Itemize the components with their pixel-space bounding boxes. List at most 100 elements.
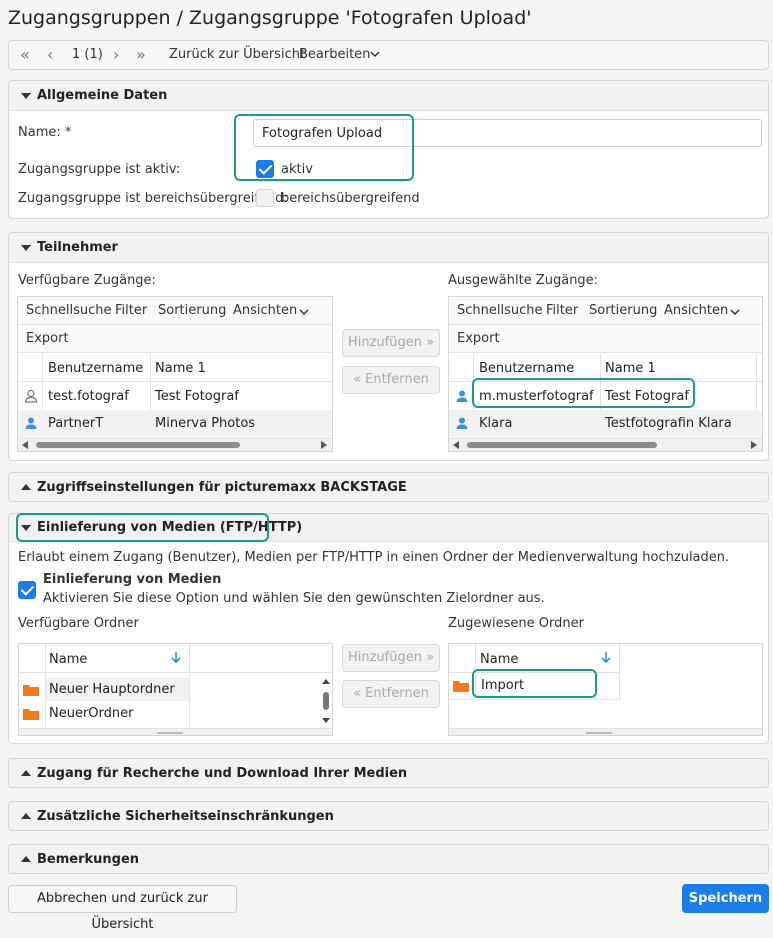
record-navigation-toolbar: « ‹ 1 (1) › » Zurück zur Übersicht Bearb… [8,40,769,70]
expand-caret-icon [21,770,31,776]
media-delivery-panel: Einlieferung von Medien (FTP/HTTP) Erlau… [8,513,769,744]
sort-arrow-down-icon[interactable] [171,651,181,664]
filter-button[interactable]: Filter [546,303,578,318]
general-data-panel: Allgemeine Daten Name: * Zugangsgruppe i… [8,80,769,219]
name-input[interactable] [253,119,762,147]
list-item[interactable]: NeuerOrdner [49,706,134,721]
general-data-header[interactable]: Allgemeine Daten [9,81,768,111]
views-button[interactable]: Ansichten [233,303,297,318]
list-item[interactable]: Neuer Hauptordner [49,682,175,697]
grid-toolbar-export: Export [449,325,762,353]
horizontal-scrollbar[interactable] [449,438,762,451]
list-item[interactable]: Import [481,678,524,693]
panel-title: Allgemeine Daten [37,88,168,103]
table-row-username[interactable]: PartnerT [48,416,103,431]
panel-title: Bemerkungen [37,852,140,867]
grid-toolbar-export: Export [18,325,332,353]
folder-icon [23,708,39,720]
sort-button[interactable]: Sortierung [158,303,226,318]
media-delivery-option-hint: Aktivieren Sie diese Option und wählen S… [43,591,545,606]
available-folders-grid: Name Neuer Hauptordner NeuerOrdner [18,643,333,736]
grid-column-header: Benutzername Name 1 [18,354,332,382]
scroll-left-icon[interactable] [453,441,460,449]
media-delivery-description: Erlaubt einem Zugang (Benutzer), Medien … [18,550,730,565]
table-row-username[interactable]: Klara [479,416,512,431]
back-to-overview-link[interactable]: Zurück zur Übersicht [169,47,305,62]
previous-page-icon[interactable]: ‹ [47,45,53,64]
chevron-down-icon[interactable] [729,306,741,318]
collapse-caret-icon [21,245,31,251]
media-delivery-header[interactable]: Einlieferung von Medien (FTP/HTTP) [9,514,768,542]
column-name[interactable]: Name [480,652,518,667]
column-username[interactable]: Benutzername [479,361,574,376]
available-folders-label: Verfügbare Ordner [18,616,139,631]
horizontal-scrollbar[interactable] [18,438,332,451]
export-button[interactable]: Export [26,331,69,346]
user-blue-icon [24,416,38,430]
active-checkbox-label: aktiv [281,162,313,177]
sort-button[interactable]: Sortierung [589,303,657,318]
scroll-right-icon[interactable] [750,441,757,449]
chevron-down-icon[interactable] [369,48,381,60]
horizontal-scrollbar[interactable] [449,728,762,735]
table-row-username[interactable]: test.fotograf [48,389,129,404]
scroll-left-icon[interactable] [22,441,29,449]
media-delivery-checkbox[interactable] [18,581,36,599]
scroll-right-icon[interactable] [320,441,327,449]
available-accounts-label: Verfügbare Zugänge: [18,273,156,288]
quicksearch-button[interactable]: Schnellsuche [457,303,543,318]
sort-arrow-down-icon[interactable] [601,651,611,664]
cancel-button[interactable]: Abbrechen und zurück zur Übersicht [8,885,237,932]
participants-header[interactable]: Teilnehmer [9,233,768,263]
table-row-name[interactable]: Test Fotograf [605,389,689,404]
remove-account-button[interactable]: « Entfernen [342,366,440,394]
user-blue-icon [455,389,469,403]
table-row-name[interactable]: Testfotografin Klara [605,416,732,431]
scroll-thumb[interactable] [36,442,240,448]
horizontal-scrollbar[interactable] [19,728,332,735]
table-row-name[interactable]: Test Fotograf [155,389,239,404]
remove-folder-button[interactable]: « Entfernen [342,680,440,708]
save-button[interactable]: Speichern [682,884,769,913]
table-row-name[interactable]: Minerva Photos [155,416,255,431]
folder-icon [23,684,39,696]
panel-title: Zugang für Recherche und Download Ihrer … [37,766,408,781]
panel-title: Zugriffseinstellungen für picturemaxx BA… [37,480,407,495]
views-button[interactable]: Ansichten [664,303,728,318]
export-button[interactable]: Export [457,331,500,346]
user-blue-icon [455,416,469,430]
scroll-thumb[interactable] [467,442,657,448]
add-folder-button[interactable]: Hinzufügen » [342,644,440,672]
assigned-folders-grid: Name Import [448,643,763,736]
chevron-down-icon[interactable] [298,306,310,318]
name-label: Name: * [18,125,72,140]
quicksearch-button[interactable]: Schnellsuche [26,303,112,318]
column-name[interactable]: Name [49,652,87,667]
security-panel[interactable]: Zusätzliche Sicherheitseinschränkungen [8,801,769,831]
cross-area-checkbox[interactable] [256,189,274,207]
first-page-icon[interactable]: « [20,45,30,64]
required-mark: * [64,125,72,140]
edit-menu[interactable]: Bearbeiten [299,47,370,62]
research-panel[interactable]: Zugang für Recherche und Download Ihrer … [8,758,769,788]
column-username[interactable]: Benutzername [48,361,143,376]
panel-title: Zusätzliche Sicherheitseinschränkungen [37,809,334,824]
column-name1[interactable]: Name 1 [605,361,656,376]
user-outline-icon [24,389,38,403]
column-name1[interactable]: Name 1 [155,361,206,376]
filter-button[interactable]: Filter [115,303,147,318]
media-delivery-option-label: Einlieferung von Medien [43,572,222,587]
vertical-scrollbar[interactable] [320,678,332,726]
add-account-button[interactable]: Hinzufügen » [342,329,440,357]
next-page-icon[interactable]: › [113,45,119,64]
access-settings-panel[interactable]: Zugriffseinstellungen für picturemaxx BA… [8,472,769,502]
last-page-icon[interactable]: » [136,45,146,64]
active-checkbox[interactable] [256,160,274,178]
remarks-panel[interactable]: Bemerkungen [8,844,769,874]
panel-title: Teilnehmer [37,240,118,255]
expand-caret-icon [21,484,31,490]
expand-caret-icon [21,813,31,819]
active-label: Zugangsgruppe ist aktiv: [18,162,181,177]
table-row-username[interactable]: m.musterfotograf [479,389,594,404]
assigned-folders-label: Zugewiesene Ordner [448,616,584,631]
